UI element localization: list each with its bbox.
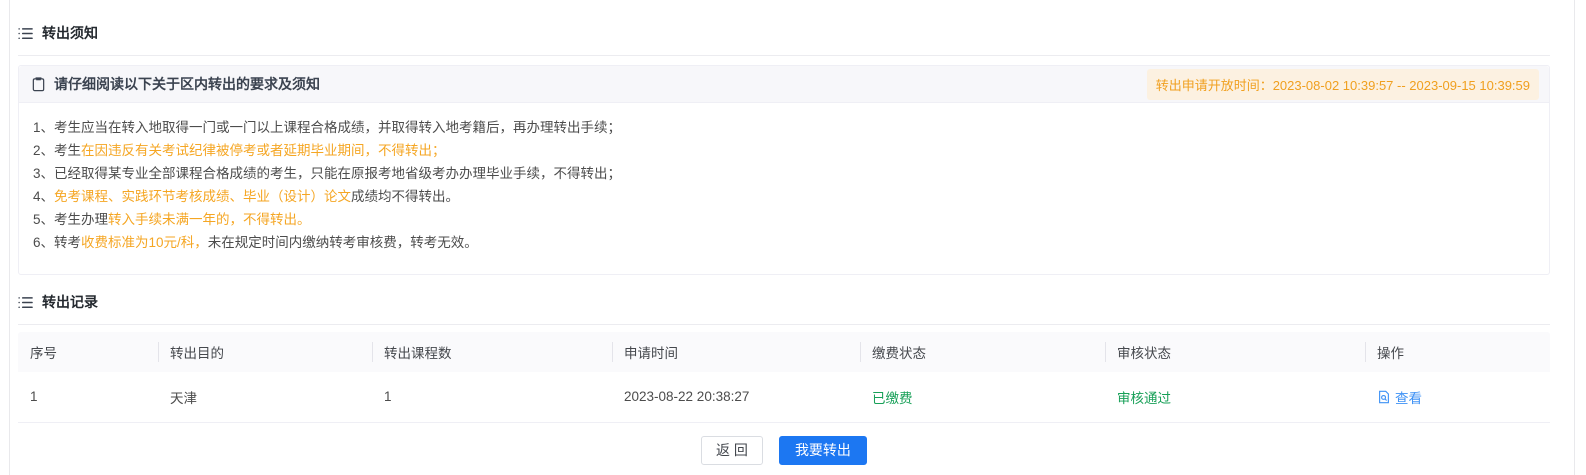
cell-destination: 天津 (158, 372, 372, 422)
notice-text: 5、考生办理 (33, 212, 108, 227)
divider (18, 324, 1550, 325)
notice-item-1: 1、考生应当在转入地取得一门或一门以上课程合格成绩，并取得转入地考籍后，再办理转… (33, 116, 1535, 139)
notice-list: 1、考生应当在转入地取得一门或一门以上课程合格成绩，并取得转入地考籍后，再办理转… (19, 103, 1549, 274)
table-row: 1 天津 1 2023-08-22 20:38:27 已缴费 审核通过 查看 (18, 372, 1550, 422)
notice-item-3: 3、已经取得某专业全部课程合格成绩的考生，只能在原报考地省级考办办理毕业手续，不… (33, 162, 1535, 185)
col-header-audit-status: 审核状态 (1105, 332, 1365, 372)
cell-action: 查看 (1365, 372, 1550, 422)
list-icon (18, 26, 33, 41)
notice-text-highlight: 收费标准为10元/科， (81, 235, 208, 250)
notice-text: 未在规定时间内缴纳转考审核费，转考无效。 (208, 235, 478, 250)
col-header-course-count: 转出课程数 (372, 332, 612, 372)
open-time-badge: 转出申请开放时间：2023-08-02 10:39:57 -- 2023-09-… (1147, 69, 1539, 100)
file-search-icon (1377, 390, 1391, 404)
notice-text: 成绩均不得转出。 (351, 189, 459, 204)
cell-seq: 1 (18, 372, 158, 422)
notice-section-title: 转出须知 (42, 23, 98, 43)
notice-box: 请仔细阅读以下关于区内转出的要求及须知 转出申请开放时间：2023-08-02 … (18, 65, 1550, 275)
col-header-destination: 转出目的 (158, 332, 372, 372)
view-link-label: 查看 (1395, 387, 1422, 407)
cell-apply-time: 2023-08-22 20:38:27 (612, 372, 860, 422)
notice-item-6: 6、转考收费标准为10元/科，未在规定时间内缴纳转考审核费，转考无效。 (33, 231, 1535, 254)
payment-status-text: 已缴费 (872, 391, 913, 406)
records-section-title: 转出记录 (42, 292, 98, 312)
notice-text: 4、 (33, 189, 54, 204)
notice-section-header: 转出须知 (18, 0, 1550, 55)
notice-box-title: 请仔细阅读以下关于区内转出的要求及须知 (54, 74, 320, 94)
clipboard-icon (31, 77, 46, 92)
records-section-header: 转出记录 (18, 275, 1550, 324)
col-header-seq: 序号 (18, 332, 158, 372)
notice-text: 6、转考 (33, 235, 81, 250)
cell-audit-status: 审核通过 (1105, 372, 1365, 422)
notice-box-header: 请仔细阅读以下关于区内转出的要求及须知 转出申请开放时间：2023-08-02 … (19, 66, 1549, 103)
records-table: 序号 转出目的 转出课程数 申请时间 缴费状态 审核状态 操作 1 天津 1 2… (18, 332, 1550, 423)
notice-text: 3、已经取得某专业全部课程合格成绩的考生，只能在原报考地省级考办办理毕业手续，不… (33, 166, 621, 181)
notice-text-highlight: 转入手续未满一年的，不得转出。 (108, 212, 311, 227)
notice-item-2: 2、考生在因违反有关考试纪律被停考或者延期毕业期间，不得转出； (33, 139, 1535, 162)
transfer-out-page: 转出须知 请仔细阅读以下关于区内转出的要求及须知 转出申请开放时间：2023-0… (0, 0, 1586, 475)
transfer-out-button[interactable]: 我要转出 (779, 436, 867, 465)
notice-text-highlight: 免考课程、实践环节考核成绩、毕业（设计）论文 (54, 189, 351, 204)
col-header-payment-status: 缴费状态 (860, 332, 1105, 372)
cell-payment-status: 已缴费 (860, 372, 1105, 422)
content-panel: 转出须知 请仔细阅读以下关于区内转出的要求及须知 转出申请开放时间：2023-0… (9, 0, 1575, 475)
col-header-action: 操作 (1365, 332, 1550, 372)
cell-course-count: 1 (372, 372, 612, 422)
footer-actions: 返 回 我要转出 (18, 436, 1550, 465)
notice-item-5: 5、考生办理转入手续未满一年的，不得转出。 (33, 208, 1535, 231)
view-link[interactable]: 查看 (1377, 387, 1422, 407)
notice-text: 2、考生 (33, 143, 81, 158)
back-button[interactable]: 返 回 (701, 436, 763, 465)
notice-text-highlight: 在因违反有关考试纪律被停考或者延期毕业期间，不得转出； (81, 143, 446, 158)
list-icon (18, 295, 33, 310)
divider (18, 55, 1550, 56)
col-header-apply-time: 申请时间 (612, 332, 860, 372)
notice-text: 1、考生应当在转入地取得一门或一门以上课程合格成绩，并取得转入地考籍后，再办理转… (33, 120, 621, 135)
table-header-row: 序号 转出目的 转出课程数 申请时间 缴费状态 审核状态 操作 (18, 332, 1550, 372)
audit-status-text: 审核通过 (1117, 391, 1171, 406)
notice-item-4: 4、免考课程、实践环节考核成绩、毕业（设计）论文成绩均不得转出。 (33, 185, 1535, 208)
